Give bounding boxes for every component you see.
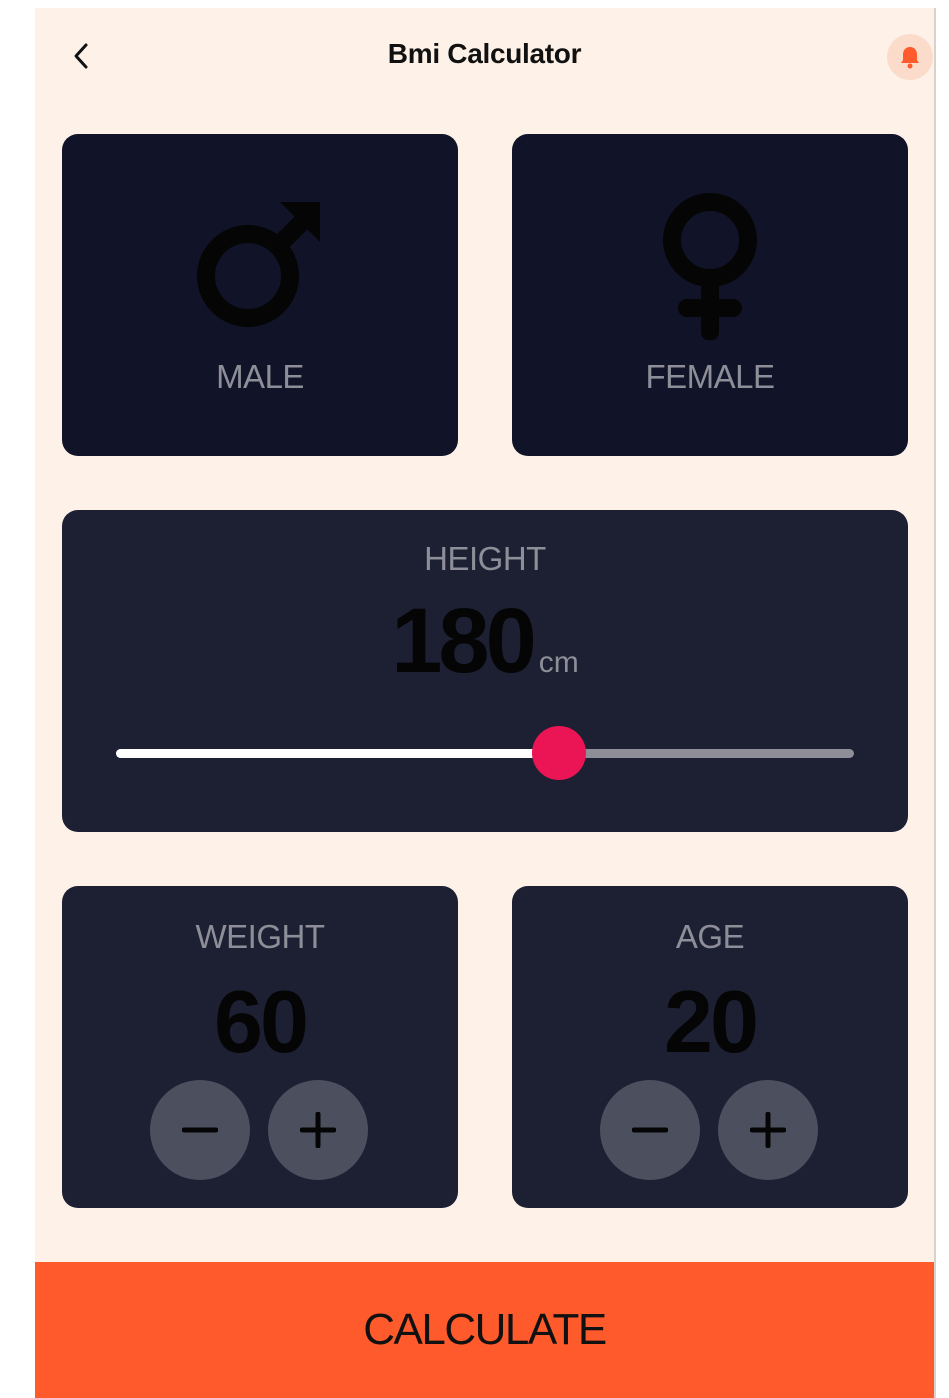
height-slider-thumb[interactable] <box>531 726 586 780</box>
calculate-label: CALCULATE <box>363 1305 607 1354</box>
age-card: AGE 20 <box>512 886 908 1208</box>
plus-icon <box>300 1112 336 1148</box>
height-slider-fill <box>116 749 559 758</box>
venus-icon <box>512 190 908 340</box>
notification-button[interactable] <box>887 34 933 80</box>
bmi-screen: Bmi Calculator MALE FEMALE HEIGHT 180 cm… <box>35 8 934 1398</box>
weight-label: WEIGHT <box>195 918 325 955</box>
calculate-button[interactable]: CALCULATE <box>35 1262 934 1398</box>
plus-icon <box>750 1112 786 1148</box>
height-unit: cm <box>538 646 579 679</box>
female-card[interactable]: FEMALE <box>512 134 908 456</box>
mars-icon <box>62 198 458 333</box>
age-decrement-button[interactable] <box>600 1080 700 1180</box>
age-increment-button[interactable] <box>718 1080 818 1180</box>
height-slider[interactable] <box>116 726 854 780</box>
height-value: 180 <box>391 590 536 692</box>
minus-icon <box>632 1127 668 1133</box>
page-title: Bmi Calculator <box>387 38 582 69</box>
male-card[interactable]: MALE <box>62 134 458 456</box>
minus-icon <box>182 1127 218 1133</box>
bell-icon <box>901 47 919 69</box>
height-card: HEIGHT 180 cm <box>62 510 908 832</box>
age-label: AGE <box>675 918 745 955</box>
female-label: FEMALE <box>645 358 775 395</box>
weight-increment-button[interactable] <box>268 1080 368 1180</box>
weight-decrement-button[interactable] <box>150 1080 250 1180</box>
weight-value: 60 <box>214 972 309 1071</box>
height-label: HEIGHT <box>424 540 546 577</box>
height-display: 180 cm <box>62 595 908 687</box>
male-label: MALE <box>216 358 304 395</box>
window-edge-divider <box>934 8 936 1398</box>
age-value: 20 <box>664 972 759 1071</box>
weight-card: WEIGHT 60 <box>62 886 458 1208</box>
